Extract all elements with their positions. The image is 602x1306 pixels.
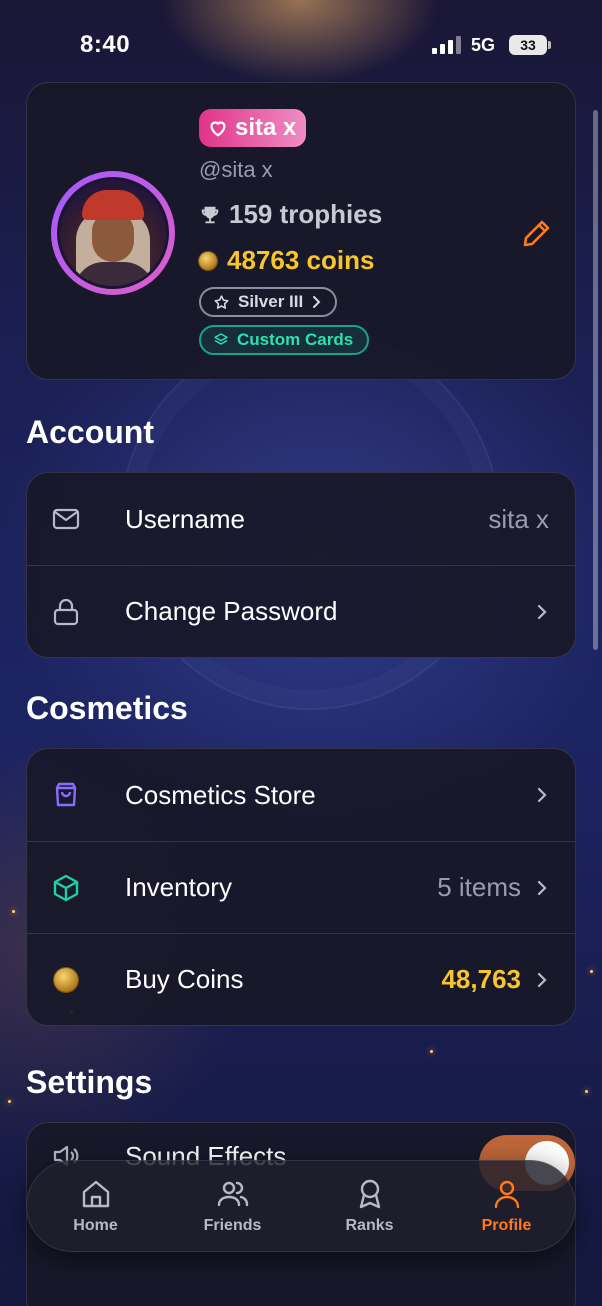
profile-card: sita x @sita x 159 trophies 48763 coins … xyxy=(26,82,576,380)
tab-profile[interactable]: Profile xyxy=(438,1161,575,1251)
inventory-value: 5 items xyxy=(437,872,521,902)
user-handle: @sita x xyxy=(199,157,273,182)
custom-cards-label: Custom Cards xyxy=(237,330,354,349)
chevron-right-icon xyxy=(313,296,321,308)
tab-bar: Home Friends Ranks Profile xyxy=(26,1160,576,1252)
display-name: sita x xyxy=(235,114,297,141)
trophy-icon xyxy=(201,206,219,223)
trophies-stat: 159 trophies xyxy=(199,199,382,230)
mail-icon xyxy=(52,508,80,530)
coins-stat: 48763 coins xyxy=(199,245,374,276)
layers-icon xyxy=(214,333,228,345)
shopping-bag-icon xyxy=(55,782,77,807)
buy-coins-row[interactable]: Buy Coins 48,763 xyxy=(27,933,575,1025)
username-label: Username xyxy=(125,503,245,534)
chevron-right-icon xyxy=(537,604,547,619)
rank-badge[interactable]: Silver III xyxy=(199,287,338,317)
custom-cards-badge[interactable]: Custom Cards xyxy=(199,325,370,355)
coin-icon xyxy=(51,965,81,995)
package-icon xyxy=(53,874,79,901)
account-section-title: Account xyxy=(26,414,154,450)
tab-friends[interactable]: Friends xyxy=(164,1161,301,1251)
tab-profile-label: Profile xyxy=(481,1217,532,1234)
star-icon xyxy=(214,294,229,309)
trophies-count: 159 trophies xyxy=(229,199,383,229)
tab-ranks-label: Ranks xyxy=(345,1217,394,1234)
buy-coins-label: Buy Coins xyxy=(125,964,244,994)
signal-icon xyxy=(432,36,462,54)
inventory-label: Inventory xyxy=(125,872,232,902)
edit-profile-button[interactable] xyxy=(521,217,553,249)
username-value: sita x xyxy=(488,503,549,534)
tab-home[interactable]: Home xyxy=(27,1161,164,1251)
heart-icon xyxy=(210,121,226,137)
coin-icon xyxy=(199,251,217,270)
cosmetics-section-title: Cosmetics xyxy=(26,690,188,726)
inventory-row[interactable]: Inventory 5 items xyxy=(27,841,575,933)
lock-icon xyxy=(53,598,79,625)
award-icon xyxy=(359,1179,380,1209)
friends-icon xyxy=(217,1181,248,1207)
settings-section-title: Settings xyxy=(26,1064,153,1100)
battery-nub xyxy=(548,41,551,49)
tab-home-label: Home xyxy=(73,1217,118,1234)
coins-count: 48763 coins xyxy=(227,245,375,275)
buy-coins-value: 48,763 xyxy=(441,964,521,994)
tab-ranks[interactable]: Ranks xyxy=(301,1161,438,1251)
chevron-right-icon xyxy=(537,787,547,803)
cosmetics-card: Cosmetics Store Inventory 5 items Buy Co… xyxy=(26,748,576,1026)
network-type: 5G xyxy=(471,35,496,55)
user-icon xyxy=(494,1180,519,1209)
scroll-indicator[interactable] xyxy=(593,110,598,650)
chevron-right-icon xyxy=(537,880,547,895)
change-password-row[interactable]: Change Password xyxy=(27,565,575,657)
avatar[interactable] xyxy=(51,171,175,295)
cosmetics-store-label: Cosmetics Store xyxy=(125,779,316,810)
status-time: 8:40 xyxy=(80,31,131,58)
status-bar: 8:40 5G 33 xyxy=(0,0,602,90)
cosmetics-store-row[interactable]: Cosmetics Store xyxy=(27,749,575,841)
tab-friends-label: Friends xyxy=(203,1217,262,1234)
username-row[interactable]: Username sita x xyxy=(27,473,575,565)
display-name-badge: sita x xyxy=(199,109,307,147)
change-password-label: Change Password xyxy=(125,596,338,626)
rank-label: Silver III xyxy=(238,292,304,311)
battery-icon: 33 xyxy=(509,35,547,55)
account-card: Username sita x Change Password xyxy=(26,472,576,658)
chevron-right-icon xyxy=(537,972,547,987)
home-icon xyxy=(82,1180,109,1208)
